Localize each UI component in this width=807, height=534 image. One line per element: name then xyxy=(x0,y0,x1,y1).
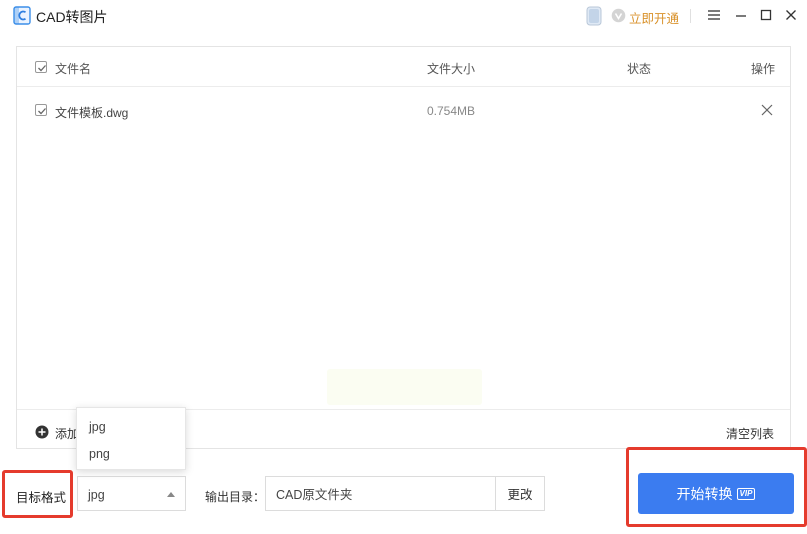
watermark xyxy=(327,369,482,405)
start-convert-label: 开始转换 xyxy=(676,485,733,502)
file-list-panel: 文件名 文件大小 状态 操作 文件模板.dwg 0.754MB 添加 清空列表 xyxy=(16,46,791,449)
app-title: CAD转图片 xyxy=(36,9,108,25)
close-icon[interactable] xyxy=(783,7,799,23)
check-icon xyxy=(38,65,46,72)
minimize-icon[interactable] xyxy=(733,7,749,23)
column-header-action: 操作 xyxy=(751,62,776,76)
file-name: 文件模板.dwg xyxy=(55,106,129,120)
format-option-png[interactable]: png xyxy=(89,447,110,461)
table-row[interactable]: 文件模板.dwg 0.754MB xyxy=(17,89,790,129)
change-dir-button[interactable]: 更改 xyxy=(495,476,545,511)
vip-tag: VIP xyxy=(736,487,756,500)
remove-file-icon[interactable] xyxy=(760,103,774,117)
menu-icon[interactable] xyxy=(706,7,722,23)
activate-vip-link[interactable]: 立即开通 xyxy=(629,8,679,27)
column-header-name: 文件名 xyxy=(55,62,92,76)
vip-badge-icon xyxy=(611,8,626,23)
add-icon[interactable] xyxy=(35,425,49,439)
table-header: 文件名 文件大小 状态 操作 xyxy=(17,47,790,87)
file-size: 0.754MB xyxy=(427,104,476,118)
row-checkbox[interactable] xyxy=(35,104,47,116)
format-dropdown-menu: jpg png xyxy=(76,407,186,470)
start-convert-button[interactable]: 开始转换 VIP xyxy=(638,473,794,514)
column-header-status: 状态 xyxy=(627,62,652,76)
avatar[interactable] xyxy=(585,5,603,27)
divider xyxy=(690,9,691,23)
title-bar: CAD转图片 立即开通 xyxy=(0,0,807,32)
output-dir-input[interactable] xyxy=(265,476,496,511)
select-all-checkbox[interactable] xyxy=(35,61,47,73)
format-option-jpg[interactable]: jpg xyxy=(89,420,106,434)
check-icon xyxy=(38,108,46,115)
column-header-size: 文件大小 xyxy=(427,62,476,76)
app-logo-icon xyxy=(13,6,31,25)
caret-up-icon xyxy=(167,492,175,497)
maximize-icon[interactable] xyxy=(758,7,774,23)
output-dir-label: 输出目录： xyxy=(205,490,266,504)
clear-list-button[interactable]: 清空列表 xyxy=(726,425,774,442)
target-format-label: 目标格式 xyxy=(16,491,67,505)
format-select-value: jpg xyxy=(88,488,105,502)
format-select[interactable]: jpg xyxy=(77,476,186,511)
